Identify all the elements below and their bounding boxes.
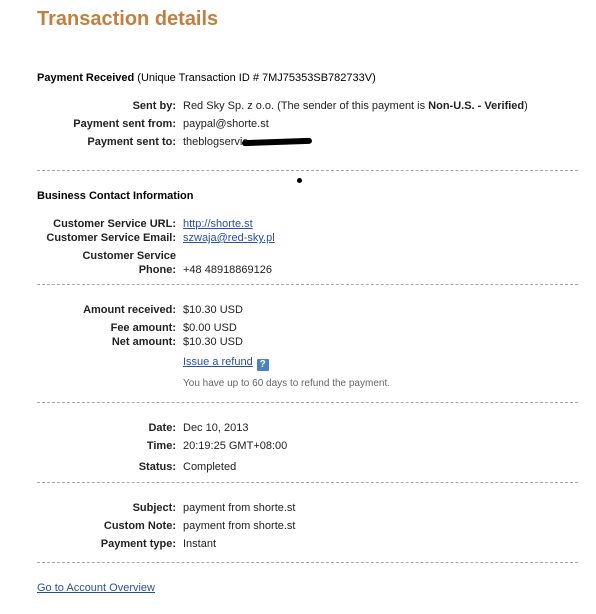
refund-row: Issue a refund? (0, 356, 596, 372)
sent-by-label: Sent by: (132, 100, 176, 112)
cs-phone-value: +48 48918869126 (183, 264, 273, 276)
divider (37, 402, 578, 403)
fee-amount-value: $0.00 USD (183, 322, 237, 334)
cs-url-link[interactable]: http://shorte.st (183, 218, 253, 230)
sent-by-row: Sent by: Red Sky Sp. z o.o. (The sender … (0, 100, 596, 114)
net-amount-value: $10.30 USD (183, 336, 243, 348)
cs-url-row: Customer Service URL: http://shorte.st (0, 218, 596, 232)
status-value: Completed (183, 461, 237, 473)
sent-from-label: Payment sent from: (73, 118, 176, 130)
payment-received-label: Payment Received (37, 72, 135, 84)
refund-note-row: You have up to 60 days to refund the pay… (0, 378, 596, 392)
subject-label: Subject: (132, 502, 176, 514)
time-label: Time: (146, 440, 176, 452)
transaction-id: (Unique Transaction ID # 7MJ75353SB78273… (137, 72, 376, 84)
net-amount-label: Net amount: (111, 336, 176, 348)
verification-status: Non-U.S. - Verified (428, 100, 525, 112)
cs-phone-label-row: Customer Service (0, 250, 596, 264)
sent-to-label: Payment sent to: (87, 136, 176, 148)
divider (37, 482, 578, 483)
sender-name: Red Sky Sp. z o.o. (The sender of this p… (183, 100, 429, 112)
divider (37, 170, 578, 171)
fee-amount-row: Fee amount: $0.00 USD (0, 322, 596, 336)
payment-type-label: Payment type: (100, 538, 176, 550)
cs-phone-label-2: Phone: (138, 264, 176, 276)
date-label: Date: (148, 422, 176, 434)
net-amount-row: Net amount: $10.30 USD (0, 336, 596, 350)
cs-url-label: Customer Service URL: (53, 218, 176, 230)
cs-email-row: Customer Service Email: szwaja@red-sky.p… (0, 232, 596, 246)
divider (37, 284, 578, 285)
subject-value: payment from shorte.st (183, 502, 296, 514)
sender-close: ) (524, 100, 528, 112)
subject-row: Subject: payment from shorte.st (0, 502, 596, 516)
custom-note-value: payment from shorte.st (183, 520, 296, 532)
status-label: Status: (138, 461, 176, 473)
sent-to-value: theblogservic (183, 136, 312, 148)
stray-dot (297, 178, 302, 183)
divider (37, 562, 578, 563)
amount-received-label: Amount received: (83, 304, 176, 316)
time-value: 20:19:25 GMT+08:00 (183, 440, 288, 452)
refund-wrap: Issue a refund? (183, 356, 269, 371)
payment-type-value: Instant (183, 538, 217, 550)
help-icon[interactable]: ? (256, 359, 269, 371)
recipient-email: theblogservic (183, 136, 248, 148)
sent-to-row: Payment sent to: theblogservic (0, 136, 596, 150)
time-row: Time: 20:19:25 GMT+08:00 (0, 440, 596, 454)
issue-refund-link[interactable]: Issue a refund (183, 356, 253, 368)
amount-received-value: $10.30 USD (183, 304, 243, 316)
amount-received-row: Amount received: $10.30 USD (0, 304, 596, 318)
custom-note-row: Custom Note: payment from shorte.st (0, 520, 596, 534)
cs-email-label: Customer Service Email: (46, 232, 176, 244)
date-value: Dec 10, 2013 (183, 422, 249, 434)
cs-phone-row: Phone: +48 48918869126 (0, 264, 596, 278)
account-overview-link[interactable]: Go to Account Overview (37, 582, 155, 594)
status-row: Status: Completed (0, 461, 596, 475)
cs-phone-label-1: Customer Service (82, 250, 176, 262)
sent-by-value: Red Sky Sp. z o.o. (The sender of this p… (183, 100, 528, 112)
redaction-mark (241, 137, 312, 147)
custom-note-label: Custom Note: (103, 520, 176, 532)
cs-email-link[interactable]: szwaja@red-sky.pl (183, 232, 275, 244)
refund-note: You have up to 60 days to refund the pay… (183, 378, 391, 389)
payment-received-header: Payment Received (Unique Transaction ID … (37, 72, 376, 84)
date-row: Date: Dec 10, 2013 (0, 422, 596, 436)
payment-type-row: Payment type: Instant (0, 538, 596, 552)
sent-from-value: paypal@shorte.st (183, 118, 269, 130)
fee-amount-label: Fee amount: (110, 322, 176, 334)
sent-from-row: Payment sent from: paypal@shorte.st (0, 118, 596, 132)
page-title: Transaction details (37, 8, 219, 30)
business-contact-heading: Business Contact Information (37, 190, 194, 202)
